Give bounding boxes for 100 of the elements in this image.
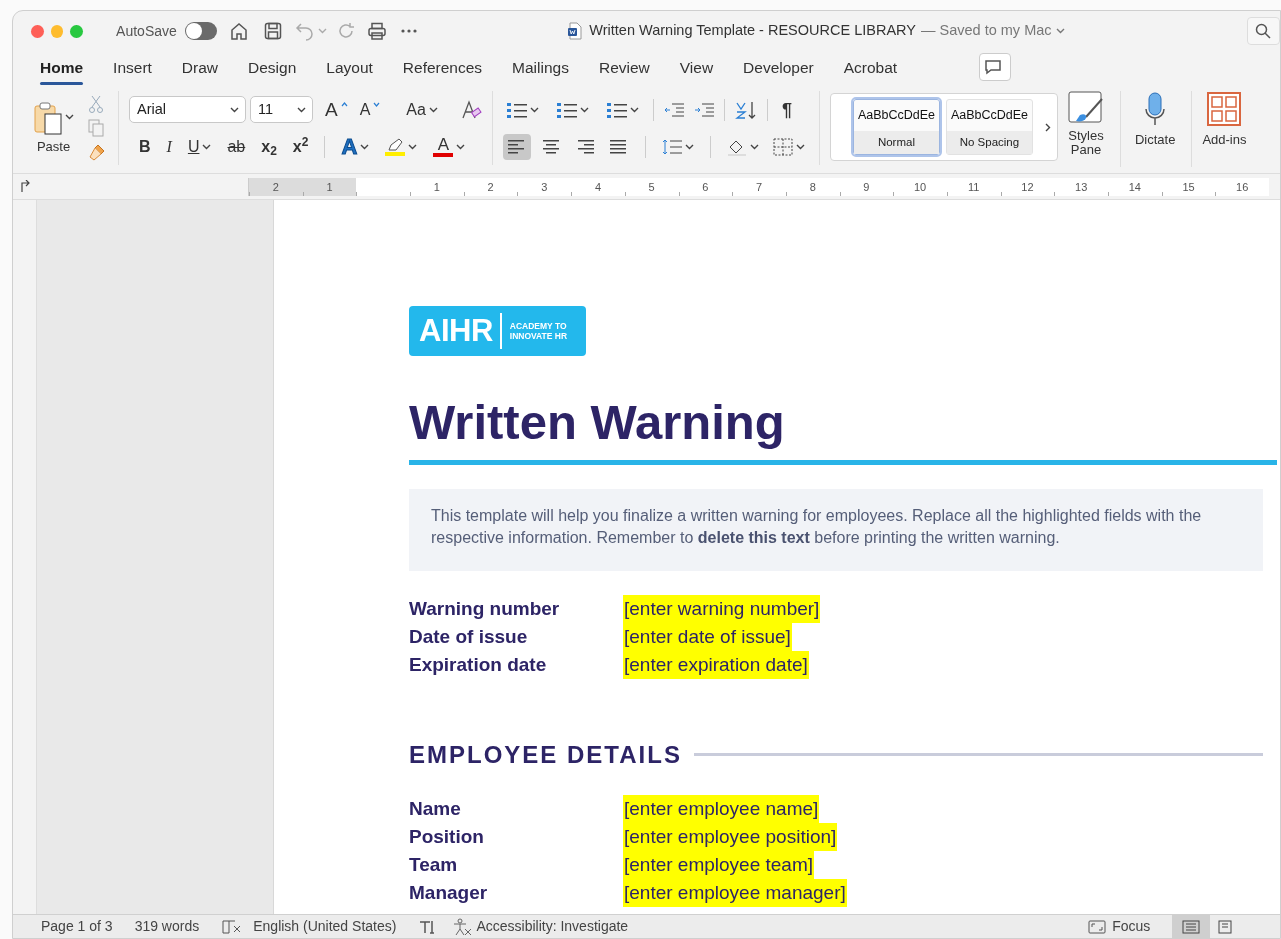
shrink-font-button[interactable]: A [355, 99, 385, 120]
ribbon-tab[interactable]: Acrobat [829, 51, 912, 86]
chevron-icon [408, 143, 418, 150]
placeholder-text: [enter employee team] [623, 850, 815, 879]
ribbon-tab[interactable]: Draw [167, 51, 232, 86]
chevron-icon [529, 106, 539, 113]
sort-icon[interactable] [734, 99, 757, 120]
autosave-label: AutoSave [116, 21, 177, 41]
ribbon-tab[interactable]: Developer [729, 51, 828, 86]
document-title: Written Warning [409, 396, 786, 450]
accessibility-status[interactable]: Accessibility: Investigate [476, 916, 629, 937]
language[interactable]: English (United States) [253, 916, 397, 937]
print-layout-button[interactable] [1172, 914, 1211, 938]
focus-mode[interactable]: Focus [1112, 916, 1151, 937]
chevron-icon [749, 143, 759, 150]
ribbon-tab[interactable]: Mailings [498, 51, 583, 86]
proofing-icon[interactable] [221, 918, 242, 935]
superscript-button[interactable]: x$^{2}$ [288, 136, 313, 157]
strikethrough-button[interactable]: ab [223, 136, 250, 157]
chevron-right-icon[interactable] [1044, 122, 1051, 132]
font-dropdown[interactable]: Arial [129, 96, 246, 123]
italic-button[interactable]: I [162, 136, 176, 157]
placeholder-text: [enter warning number] [623, 594, 821, 623]
field-label: Name [409, 796, 462, 821]
chevron-icon [360, 143, 370, 150]
instruction-text: This template will help you finalize a written warning for employees. Replace all the highlighted fields with the respective information. Remember to delete this text before printing the written warning. [409, 488, 1263, 571]
document-icon [567, 22, 584, 40]
page-count[interactable]: Page 1 of 3 [41, 916, 113, 937]
change-case-button[interactable]: Aa [402, 99, 442, 120]
comments-button[interactable] [979, 53, 1012, 81]
add-ins-button[interactable]: Add-ins [1192, 91, 1257, 167]
field-label: Date of issue [409, 624, 529, 649]
font-size-dropdown[interactable]: 11 [250, 96, 313, 123]
microphone-icon [1143, 91, 1168, 127]
field-label: Team [409, 852, 459, 877]
decrease-indent-icon[interactable] [663, 101, 684, 118]
chevron-icon[interactable] [1055, 28, 1065, 34]
font-color-button[interactable]: A [429, 134, 470, 159]
subscript-button[interactable]: x$_{2}$ [257, 136, 281, 157]
chevron-icon [795, 143, 805, 150]
chevron-icon [202, 143, 212, 150]
text-predictions-icon[interactable] [418, 918, 437, 935]
styles-pane-button[interactable]: Styles Pane [1057, 91, 1121, 167]
save-status: — Saved to my Mac [921, 21, 1052, 41]
align-right-icon [575, 138, 594, 155]
clear-formatting-icon[interactable] [459, 99, 482, 120]
word-count[interactable]: 319 words [134, 916, 200, 937]
ribbon-tab[interactable]: Design [234, 51, 311, 86]
field-label: Warning number [409, 596, 561, 621]
accessibility-icon[interactable] [452, 917, 473, 936]
page-layout-icon [1182, 919, 1201, 934]
ribbon-tab[interactable]: Home [26, 51, 98, 86]
window-control[interactable] [31, 24, 44, 38]
more-icon[interactable] [401, 29, 418, 33]
field-label: Expiration date [409, 652, 548, 677]
style-option[interactable]: AaBbCcDdEe No Spacing [945, 99, 1033, 155]
search-icon [1255, 23, 1272, 39]
ribbon-tab[interactable]: References [388, 51, 497, 86]
chevron-icon [65, 113, 74, 120]
placeholder-text: [enter employee position] [623, 822, 838, 851]
paste-button[interactable]: Paste [27, 101, 80, 155]
ribbon-tab[interactable]: Insert [99, 51, 166, 86]
window-title: Written Warning Template - RESOURCE LIBRARY [589, 21, 916, 41]
chevron-icon [579, 106, 589, 113]
logo-mark: AIHR [419, 313, 502, 349]
focus-icon[interactable] [1088, 919, 1107, 934]
bold-button[interactable]: B [135, 136, 155, 157]
grid-icon [1207, 91, 1242, 127]
print-icon[interactable] [367, 21, 388, 41]
numbered-list-icon [606, 100, 627, 119]
caret-up-icon [340, 102, 348, 107]
ribbon-tab[interactable]: Review [584, 51, 664, 86]
bullet-list-icon [506, 100, 527, 119]
chevron-icon [456, 143, 466, 150]
ruler-number: 1 [302, 177, 357, 196]
field-label: Manager [409, 880, 489, 905]
dictate-button[interactable]: Dictate [1120, 91, 1193, 167]
text-effects-button[interactable]: A [337, 133, 374, 160]
ribbon-tab[interactable]: View [665, 51, 728, 86]
speech-bubble-icon [984, 59, 1003, 75]
line-spacing-icon [661, 137, 682, 156]
style-option[interactable]: AaBbCcDdEe Normal [852, 99, 940, 155]
underline-button[interactable]: U [183, 136, 216, 157]
increase-indent-icon[interactable] [693, 101, 714, 118]
align-left-button[interactable] [502, 133, 531, 160]
placeholder-text: [enter employee name] [623, 794, 820, 823]
logo-tagline: ACADEMY TO INNOVATE HR [509, 320, 569, 342]
placeholder-text: [enter date of issue] [623, 622, 792, 651]
autosave-toggle[interactable] [184, 22, 218, 40]
grow-font-button[interactable]: A [321, 98, 352, 121]
home-icon[interactable] [229, 21, 250, 41]
align-justify-icon [609, 138, 628, 155]
chevron-icon [629, 106, 639, 113]
search-button[interactable] [1246, 17, 1280, 45]
show-formatting-button[interactable]: ¶ [777, 98, 796, 121]
tab-stop-icon[interactable] [20, 180, 30, 192]
chevron-icon [297, 106, 306, 113]
save-icon[interactable] [263, 21, 284, 41]
ribbon-tab[interactable]: Layout [312, 51, 387, 86]
field-label: Position [409, 824, 485, 849]
